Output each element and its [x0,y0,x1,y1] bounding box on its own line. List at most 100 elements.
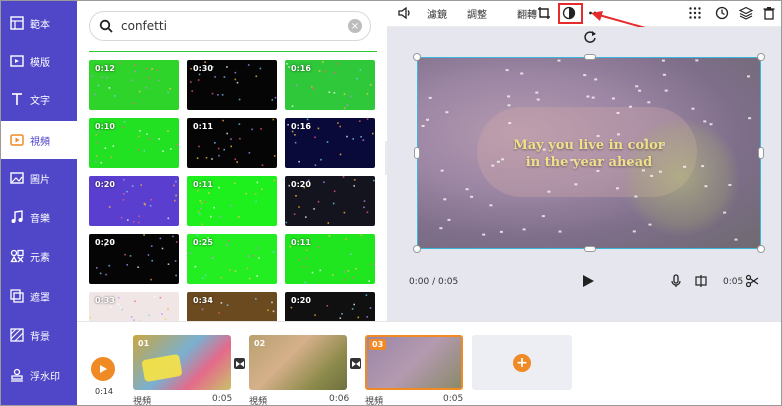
grid-icon[interactable] [687,5,703,21]
video-library-panel: confetti × 0:12 0:30 0:16 0:10 0:11 0:16 0:20 0… [77,1,387,321]
thumbnail-duration: 0:20 [95,180,115,189]
clip-duration: 0:05 [723,277,744,287]
thumbnail-duration: 0:11 [193,122,213,131]
rotate-icon[interactable] [583,30,597,44]
sidebar-item-label: 模版 [30,57,50,69]
result-thumbnail[interactable]: 0:33 [89,292,179,321]
thumbnail-duration: 0:20 [291,180,311,189]
sidebar-item-video[interactable]: 視頻 [1,121,77,159]
watermark-icon [10,368,24,382]
thumbnail-duration: 0:30 [193,64,213,73]
result-thumbnail[interactable]: 0:25 [187,234,277,284]
resize-handle[interactable] [584,54,596,60]
result-thumbnail[interactable]: 0:11 [285,234,375,284]
timeline-play-button[interactable] [91,357,115,381]
delete-icon[interactable] [761,5,777,21]
play-icon[interactable] [581,274,595,288]
template-icon [10,16,24,30]
resize-handle[interactable] [757,53,765,61]
thumbnail-duration: 0:12 [95,64,115,73]
result-thumbnail[interactable]: 0:34 [187,292,277,321]
elements-icon [10,249,24,263]
transition-icon[interactable] [350,358,361,369]
result-thumbnail[interactable]: 0:20 [285,292,375,321]
image-icon [10,171,24,185]
result-thumbnail[interactable]: 0:20 [89,176,179,226]
clip-label: 視頻 [365,397,384,406]
layout-icon [10,54,24,68]
player-controls: 0:00 / 0:05 0:05 [387,271,781,295]
effect-highlight-box [558,3,583,24]
transition-icon[interactable] [234,358,245,369]
crop-icon[interactable] [536,5,552,21]
sidebar-item-image[interactable]: 圖片 [1,159,77,197]
result-thumbnail[interactable]: 0:16 [285,118,375,168]
timeline-clip[interactable]: 02 [249,335,347,390]
resize-handle[interactable] [584,246,596,252]
resize-handle[interactable] [413,245,421,253]
thumbnail-duration: 0:11 [291,238,311,247]
sidebar-item-label: 視頻 [30,136,50,148]
video-icon [10,133,24,147]
sidebar-item-elements[interactable]: 元素 [1,237,77,275]
total-time: 0:14 [95,387,113,396]
volume-icon[interactable] [397,5,413,21]
sidebar-item-watermark[interactable]: 浮水印 [1,356,77,394]
add-clip-button[interactable]: + [472,335,572,390]
resize-handle[interactable] [413,53,421,61]
timeline-clip[interactable]: 01 [133,335,231,390]
sidebar-item-template[interactable]: 範本 [1,4,77,42]
sidebar-item-background[interactable]: 背景 [1,316,77,354]
clip-thumbnail-art [141,353,183,383]
split-icon[interactable] [694,274,708,288]
clip-number: 01 [138,339,150,348]
sidebar-item-label: 圖片 [30,174,50,186]
thumbnail-duration: 0:34 [193,296,213,305]
sidebar-item-layout[interactable]: 模版 [1,42,77,80]
sidebar-item-text[interactable]: 文字 [1,80,77,118]
timeline-clip-selected[interactable]: 03 [365,335,463,390]
sidebar-item-mask[interactable]: 遮罩 [1,277,77,315]
mask-icon [10,289,24,303]
thumbnail-duration: 0:16 [291,122,311,131]
result-thumbnail[interactable]: 0:16 [285,60,375,110]
sidebar-item-music[interactable]: 音樂 [1,198,77,236]
thumbnail-duration: 0:20 [95,238,115,247]
play-icon [100,365,107,373]
search-input[interactable]: confetti × [89,11,371,41]
result-thumbnail[interactable]: 0:30 [187,60,277,110]
result-thumbnail[interactable]: 0:11 [187,176,277,226]
filter-button[interactable]: 濾鏡 [427,6,447,21]
result-thumbnail[interactable]: 0:20 [89,234,179,284]
result-thumbnail[interactable]: 0:12 [89,60,179,110]
search-icon [99,19,113,33]
sidebar-item-label: 遮罩 [30,292,50,304]
result-thumbnail[interactable]: 0:11 [187,118,277,168]
adjust-button[interactable]: 調整 [467,6,487,21]
thumbnail-duration: 0:11 [193,180,213,189]
flip-button[interactable]: 翻轉 [517,6,537,21]
thumbnail-duration: 0:25 [193,238,213,247]
clip-number: 03 [369,339,387,350]
clear-icon[interactable]: × [348,19,362,33]
layers-icon[interactable] [738,5,754,21]
history-icon[interactable] [714,5,730,21]
background-icon [10,328,24,342]
thumbnail-duration: 0:33 [95,296,115,305]
clip-duration: 0:06 [329,394,350,404]
sidebar-item-label: 浮水印 [30,371,60,383]
sidebar-item-label: 文字 [30,95,50,107]
preview-stage: May you live in color in the year ahead … [387,27,781,321]
time-display: 0:00 / 0:05 [409,277,459,287]
clip-duration: 0:05 [212,394,233,404]
selection-box [417,57,761,249]
scissors-icon[interactable] [745,274,759,288]
resize-handle[interactable] [758,147,764,159]
microphone-icon[interactable] [669,274,683,288]
result-thumbnail[interactable]: 0:20 [285,176,375,226]
resize-handle[interactable] [414,147,420,159]
resize-handle[interactable] [757,245,765,253]
result-thumbnail[interactable]: 0:10 [89,118,179,168]
clip-number: 02 [254,339,266,348]
thumbnail-duration: 0:20 [291,296,311,305]
